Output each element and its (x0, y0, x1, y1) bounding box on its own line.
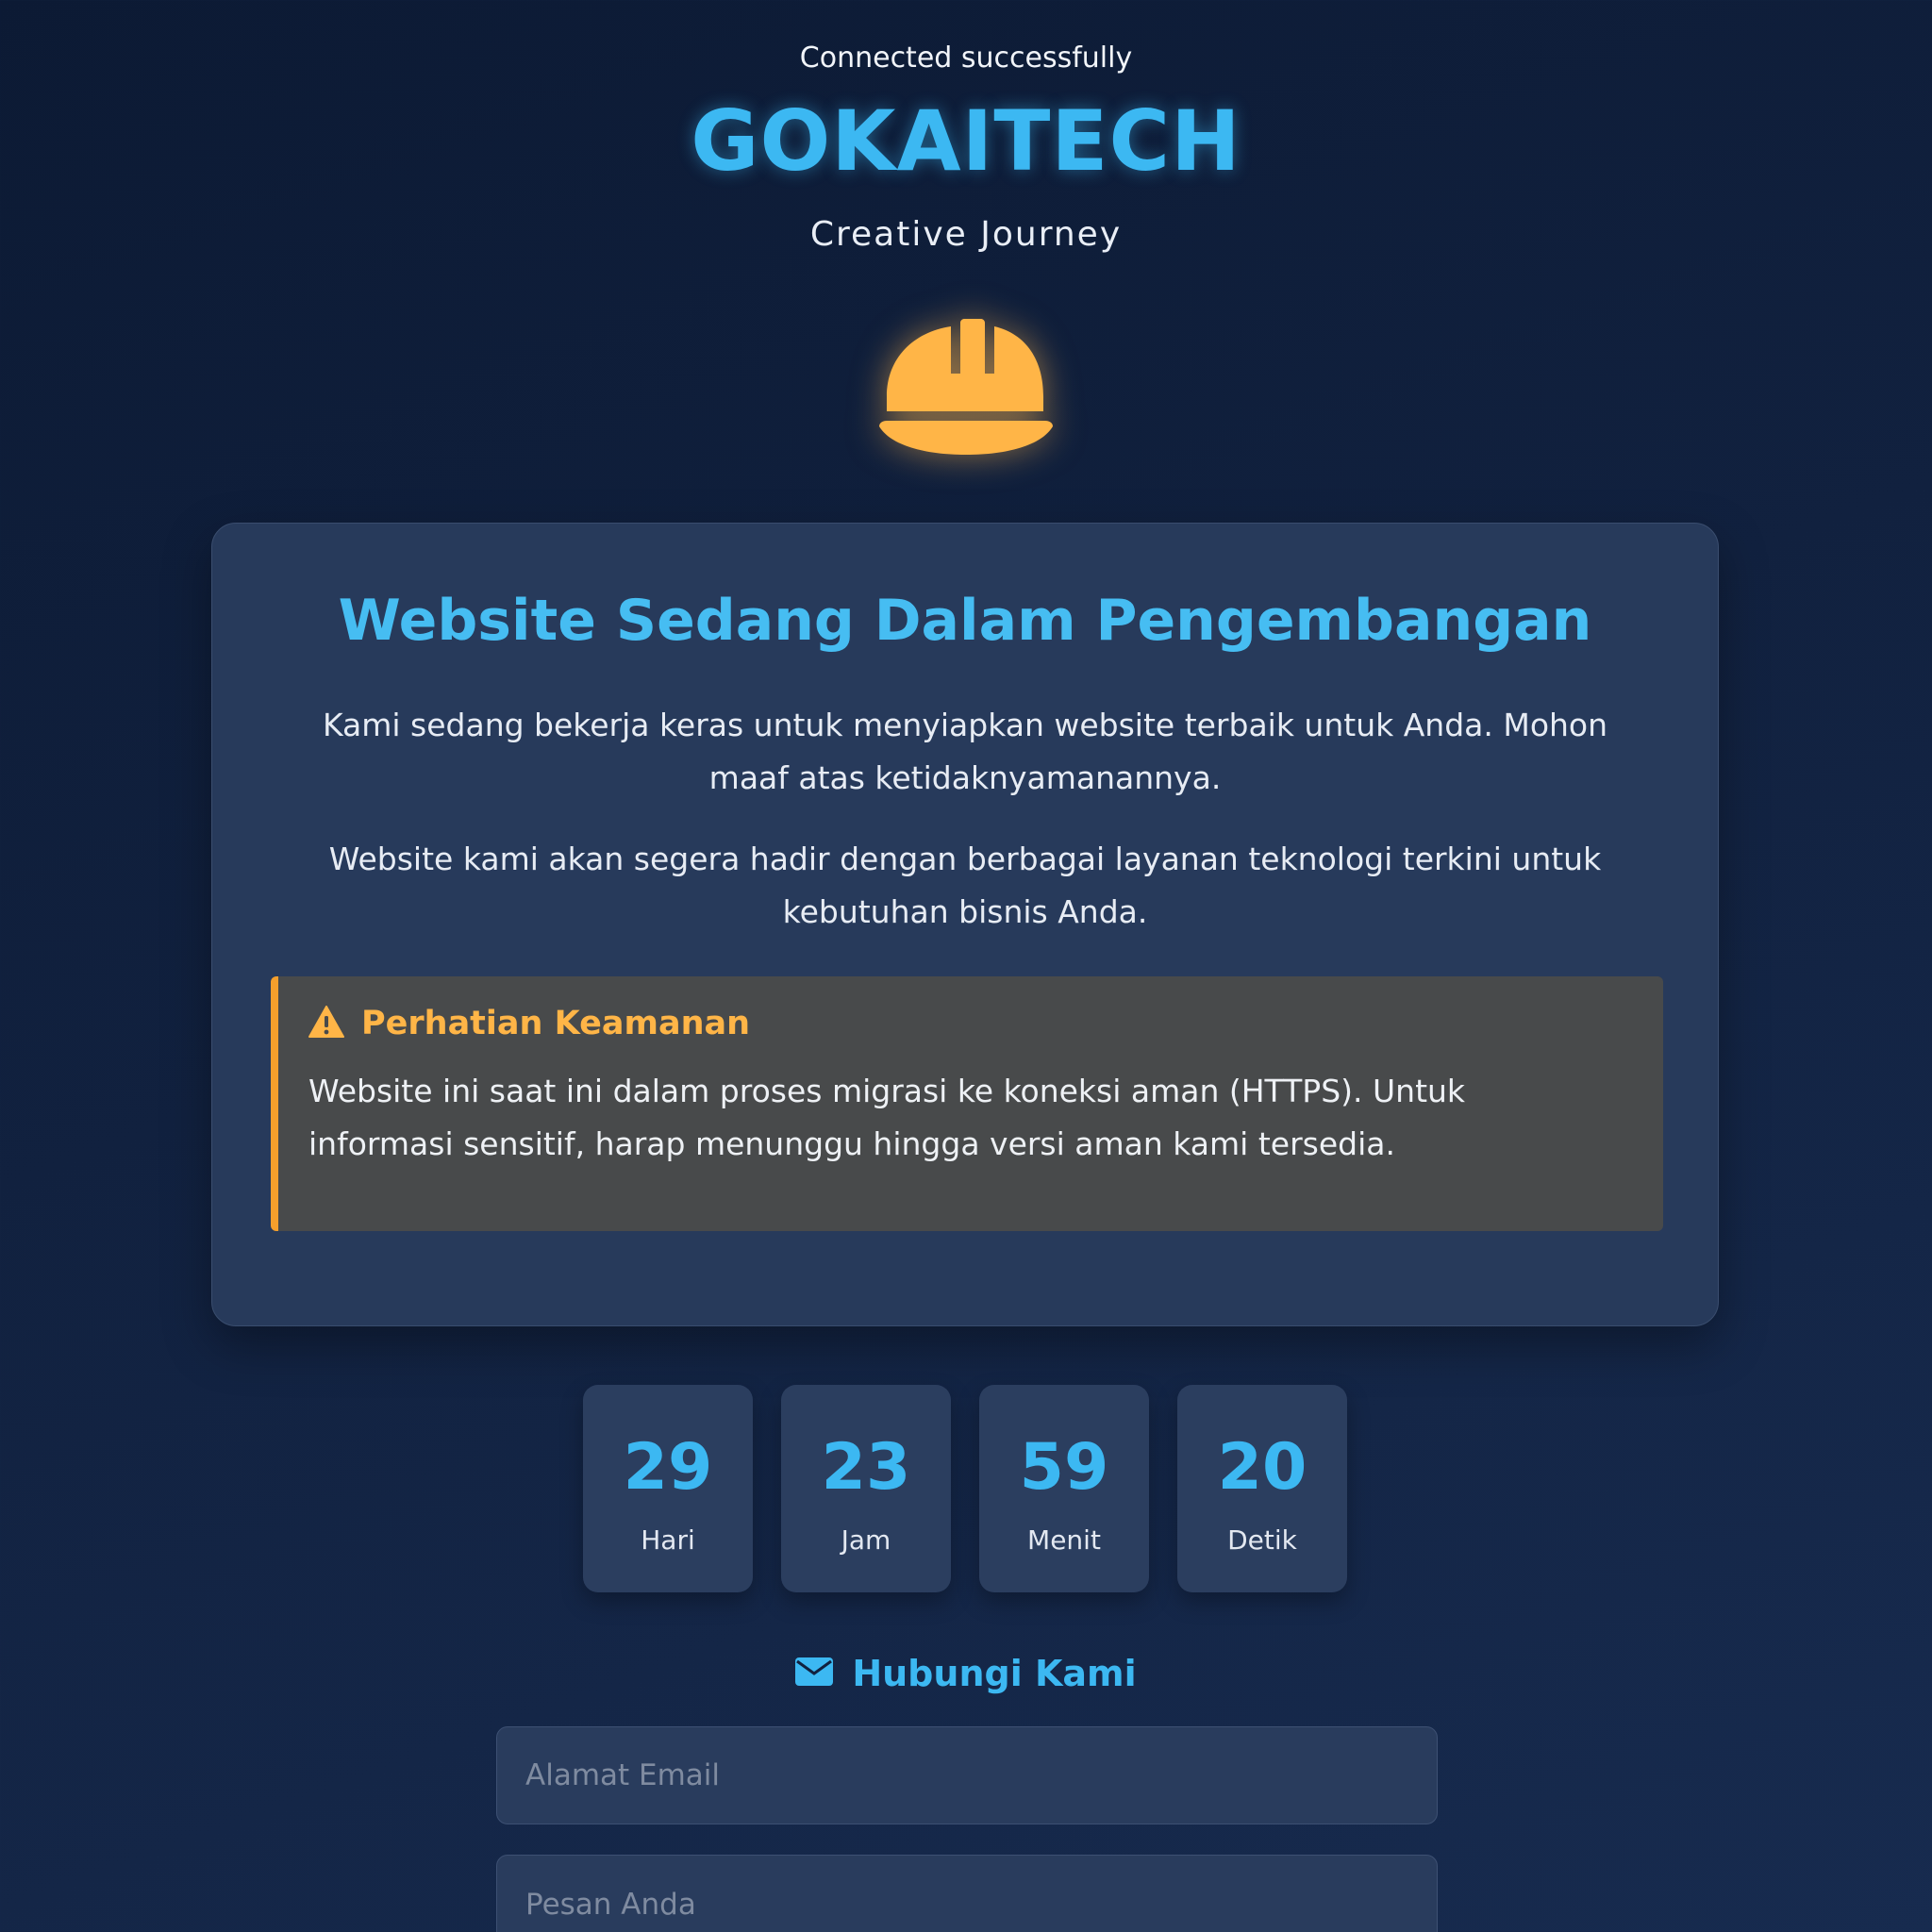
helmet-icon (875, 317, 1057, 458)
notice-body: Website ini saat ini dalam proses migras… (308, 1073, 1466, 1162)
countdown-label: Hari (641, 1524, 695, 1556)
tagline: Creative Journey (809, 215, 1123, 254)
countdown-seconds: 20 Detik (1177, 1385, 1347, 1592)
card-title: Website Sedang Dalam Pengembangan (338, 588, 1592, 654)
info-card: Website Sedang Dalam Pengembangan Kami s… (211, 523, 1719, 1326)
countdown-value: 23 (821, 1430, 911, 1505)
page: Connected successfully GOKAITECH Creativ… (0, 0, 1932, 1932)
warning-icon (308, 1006, 344, 1041)
email-field[interactable] (496, 1726, 1438, 1824)
countdown-hours: 23 Jam (781, 1385, 951, 1592)
contact-title: Hubungi Kami (852, 1653, 1137, 1694)
message-field[interactable] (496, 1855, 1438, 1932)
countdown-minutes: 59 Menit (979, 1385, 1149, 1592)
security-notice: Perhatian Keamanan Website ini saat ini … (271, 976, 1663, 1231)
countdown-label: Jam (841, 1524, 891, 1556)
countdown-value: 59 (1019, 1430, 1109, 1505)
connection-status: Connected successfully (799, 42, 1133, 75)
brand-title: GOKAITECH (691, 92, 1241, 190)
countdown-value: 29 (623, 1430, 713, 1505)
notice-title: Perhatian Keamanan (361, 1005, 751, 1042)
coming-soon-paragraph: Website kami akan segera hadir dengan be… (328, 841, 1602, 930)
countdown-label: Menit (1027, 1524, 1101, 1556)
notice-header: Perhatian Keamanan (308, 1005, 750, 1042)
intro-paragraph: Kami sedang bekerja keras untuk menyiapk… (322, 707, 1608, 796)
countdown-value: 20 (1217, 1430, 1307, 1505)
countdown-timer: 29 Hari 23 Jam 59 Menit 20 Detik (583, 1385, 1347, 1592)
envelope-icon (795, 1657, 834, 1690)
contact-header: Hubungi Kami (0, 1653, 1932, 1694)
countdown-label: Detik (1227, 1524, 1297, 1556)
countdown-days: 29 Hari (583, 1385, 753, 1592)
